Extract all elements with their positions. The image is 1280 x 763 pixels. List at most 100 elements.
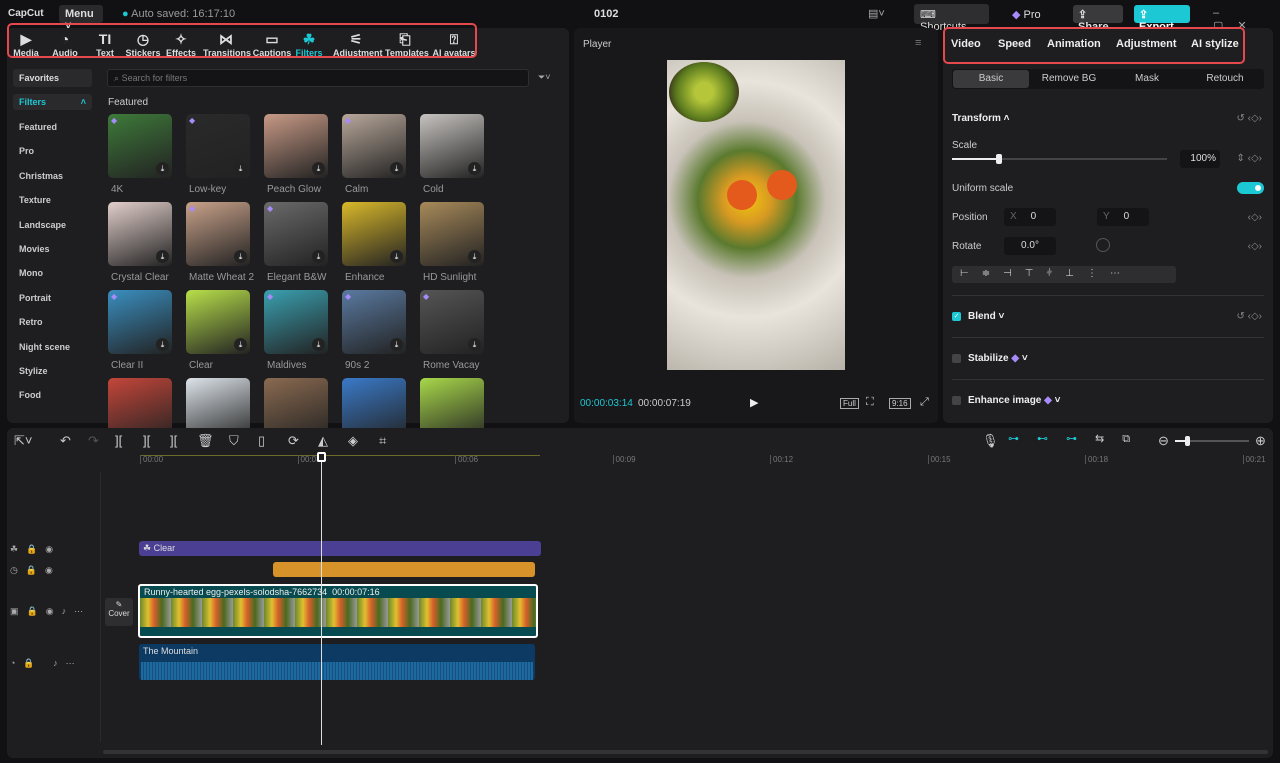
enhance-checkbox[interactable] bbox=[952, 396, 961, 405]
sticker-clip[interactable] bbox=[273, 562, 535, 577]
enhance-heading[interactable]: Enhance image ◆ ˅ bbox=[968, 395, 1060, 406]
filter-thumbnail[interactable]: ⤓ bbox=[420, 114, 484, 178]
uniform-scale-toggle[interactable] bbox=[1237, 182, 1264, 194]
filter-clip[interactable]: ☘ Clear bbox=[139, 541, 541, 556]
search-input[interactable]: ⌕ Search for filters bbox=[107, 69, 529, 87]
filter-thumbnail[interactable]: ◆ ⤓ bbox=[342, 290, 406, 354]
audio-track-controls[interactable]: ◔🔒 ♪⋯ bbox=[10, 658, 83, 669]
sticker-track-controls[interactable]: ◷🔒◉ bbox=[10, 565, 61, 576]
mark-icon[interactable]: ⛉ bbox=[229, 433, 239, 449]
playhead[interactable] bbox=[317, 452, 326, 745]
download-icon: ⤓ bbox=[156, 338, 169, 351]
subtab-mask[interactable]: Mask bbox=[1109, 73, 1185, 84]
rotate-icon[interactable]: ◈ bbox=[348, 433, 358, 449]
filter-thumbnail[interactable]: ◆ ⤓ bbox=[420, 290, 484, 354]
delete-icon[interactable]: 🗑 bbox=[197, 433, 214, 449]
total-time: 00:00:07:19 bbox=[638, 398, 691, 409]
scale-input[interactable]: 100% bbox=[1180, 150, 1220, 168]
filter-thumbnail[interactable]: ⤓ bbox=[264, 114, 328, 178]
filter-thumbnail[interactable]: ⤓ bbox=[342, 202, 406, 266]
position-keyframe[interactable]: ‹◇› bbox=[1248, 212, 1262, 223]
blend-keyframe[interactable]: ↺ ‹◇› bbox=[1236, 311, 1262, 322]
rotate-input[interactable]: 0.0° bbox=[1004, 237, 1056, 255]
player-menu-icon[interactable]: ≡ bbox=[915, 37, 921, 49]
cover-button[interactable]: ✎ Cover bbox=[105, 598, 133, 626]
category-featured[interactable]: Featured bbox=[19, 122, 57, 132]
timeline-scrollbar[interactable] bbox=[103, 750, 1268, 754]
mic-icon[interactable]: 🎙 bbox=[982, 433, 999, 449]
split-left-icon[interactable]: ][ bbox=[143, 433, 150, 448]
mirror-icon[interactable]: ◭ bbox=[318, 433, 328, 449]
select-tool-icon[interactable]: ⇱˅ bbox=[14, 433, 32, 449]
filter-thumbnail[interactable]: ⤓ bbox=[420, 202, 484, 266]
category-portrait[interactable]: Portrait bbox=[19, 293, 51, 303]
split-icon[interactable]: ][ bbox=[115, 433, 122, 448]
category-texture[interactable]: Texture bbox=[19, 195, 51, 205]
category-retro[interactable]: Retro bbox=[19, 317, 43, 327]
scale-keyframe[interactable]: ⇕ ‹◇› bbox=[1236, 153, 1262, 164]
reverse-icon[interactable]: ⟳ bbox=[288, 433, 299, 449]
filter-thumbnail[interactable]: ◆ ⤓ bbox=[264, 202, 328, 266]
stabilize-heading[interactable]: Stabilize ◆ ˅ bbox=[968, 353, 1028, 364]
subtab-basic[interactable]: Basic bbox=[953, 70, 1029, 88]
filter-thumbnail[interactable]: ◆ ⤓ bbox=[108, 114, 172, 178]
full-quality-button[interactable]: Full bbox=[840, 398, 859, 409]
transform-keyframe[interactable]: ↺ ‹◇› bbox=[1236, 113, 1262, 124]
category-mono[interactable]: Mono bbox=[19, 268, 43, 278]
stabilize-checkbox[interactable] bbox=[952, 354, 961, 363]
shortcuts-button[interactable]: ⌨ Shortcuts bbox=[914, 4, 989, 33]
category-night-scene[interactable]: Night scene bbox=[19, 342, 70, 352]
zoom-in-icon[interactable]: ⊕ bbox=[1255, 433, 1266, 449]
crop-icon[interactable]: ⌗ bbox=[379, 433, 386, 449]
sort-filter-icon[interactable]: ⏷˅ bbox=[538, 72, 550, 83]
main-track-controls[interactable]: ▣🔒◉♪⋯ bbox=[10, 606, 91, 617]
category-stylize[interactable]: Stylize bbox=[19, 366, 48, 376]
pro-button[interactable]: ◆ Pro bbox=[1012, 8, 1041, 21]
play-button[interactable]: ▶ bbox=[750, 396, 758, 409]
subtab-retouch[interactable]: Retouch bbox=[1187, 73, 1263, 84]
export-button[interactable]: ⇪ Export bbox=[1134, 5, 1190, 33]
align-buttons[interactable]: ⊢≑⊣⊤⫩⊥⋮⋯ bbox=[952, 266, 1176, 283]
video-clip[interactable]: Runny-hearted egg-pexels-solodsha-766273… bbox=[138, 584, 538, 638]
undo-icon[interactable]: ↶ bbox=[60, 433, 71, 449]
rotate-dial[interactable] bbox=[1096, 238, 1110, 252]
favorites-button[interactable]: Favorites bbox=[13, 69, 92, 87]
filter-thumbnail[interactable]: ◆ ⤓ bbox=[108, 290, 172, 354]
snapshot-icon[interactable]: ⛶ bbox=[866, 396, 874, 409]
ratio-button[interactable]: 9:16 bbox=[889, 398, 911, 409]
rotate-keyframe[interactable]: ‹◇› bbox=[1248, 241, 1262, 252]
zoom-out-icon[interactable]: ⊖ bbox=[1158, 433, 1169, 449]
zoom-slider[interactable] bbox=[1175, 436, 1249, 446]
video-thumbnails bbox=[140, 598, 536, 627]
category-christmas[interactable]: Christmas bbox=[19, 171, 63, 181]
fullscreen-icon[interactable]: ⤢ bbox=[920, 396, 929, 409]
category-movies[interactable]: Movies bbox=[19, 244, 50, 254]
filter-thumbnail[interactable]: ⤓ bbox=[108, 202, 172, 266]
audio-clip[interactable]: The Mountain bbox=[139, 644, 535, 680]
filter-thumbnail[interactable]: ◆ ⤓ bbox=[264, 290, 328, 354]
menu-button[interactable]: Menu ˅ bbox=[59, 5, 103, 32]
layout-icon[interactable]: ▤˅ bbox=[868, 7, 885, 20]
category-food[interactable]: Food bbox=[19, 390, 41, 400]
position-x-input[interactable]: X 0 bbox=[1004, 208, 1056, 226]
freeze-icon[interactable]: ▯ bbox=[258, 433, 265, 449]
subtab-remove-bg[interactable]: Remove BG bbox=[1031, 73, 1107, 84]
category-landscape[interactable]: Landscape bbox=[19, 220, 66, 230]
share-button[interactable]: ⇪ Share bbox=[1073, 5, 1123, 33]
position-y-input[interactable]: Y 0 bbox=[1097, 208, 1149, 226]
timeline-right-tools[interactable]: ⊶⊷⊶⇆⧉ bbox=[1008, 432, 1148, 446]
filters-category[interactable]: Filters ˄ bbox=[13, 94, 92, 110]
filter-track-controls[interactable]: ☘🔒◉ bbox=[10, 544, 61, 555]
video-preview bbox=[667, 60, 845, 370]
filter-thumbnail[interactable]: ◆ ⤓ bbox=[186, 202, 250, 266]
audio-clip-name: The Mountain bbox=[143, 646, 199, 656]
filter-thumbnail[interactable]: ◆ ⤓ bbox=[186, 114, 250, 178]
blend-heading[interactable]: Blend ˅ bbox=[968, 311, 1004, 322]
blend-checkbox[interactable]: ✓ bbox=[952, 312, 961, 321]
split-right-icon[interactable]: ][ bbox=[170, 433, 177, 448]
category-pro[interactable]: Pro bbox=[19, 146, 34, 156]
redo-icon[interactable]: ↷ bbox=[88, 433, 99, 449]
scale-slider[interactable] bbox=[952, 154, 1167, 164]
filter-thumbnail[interactable]: ◆ ⤓ bbox=[342, 114, 406, 178]
filter-thumbnail[interactable]: ⤓ bbox=[186, 290, 250, 354]
